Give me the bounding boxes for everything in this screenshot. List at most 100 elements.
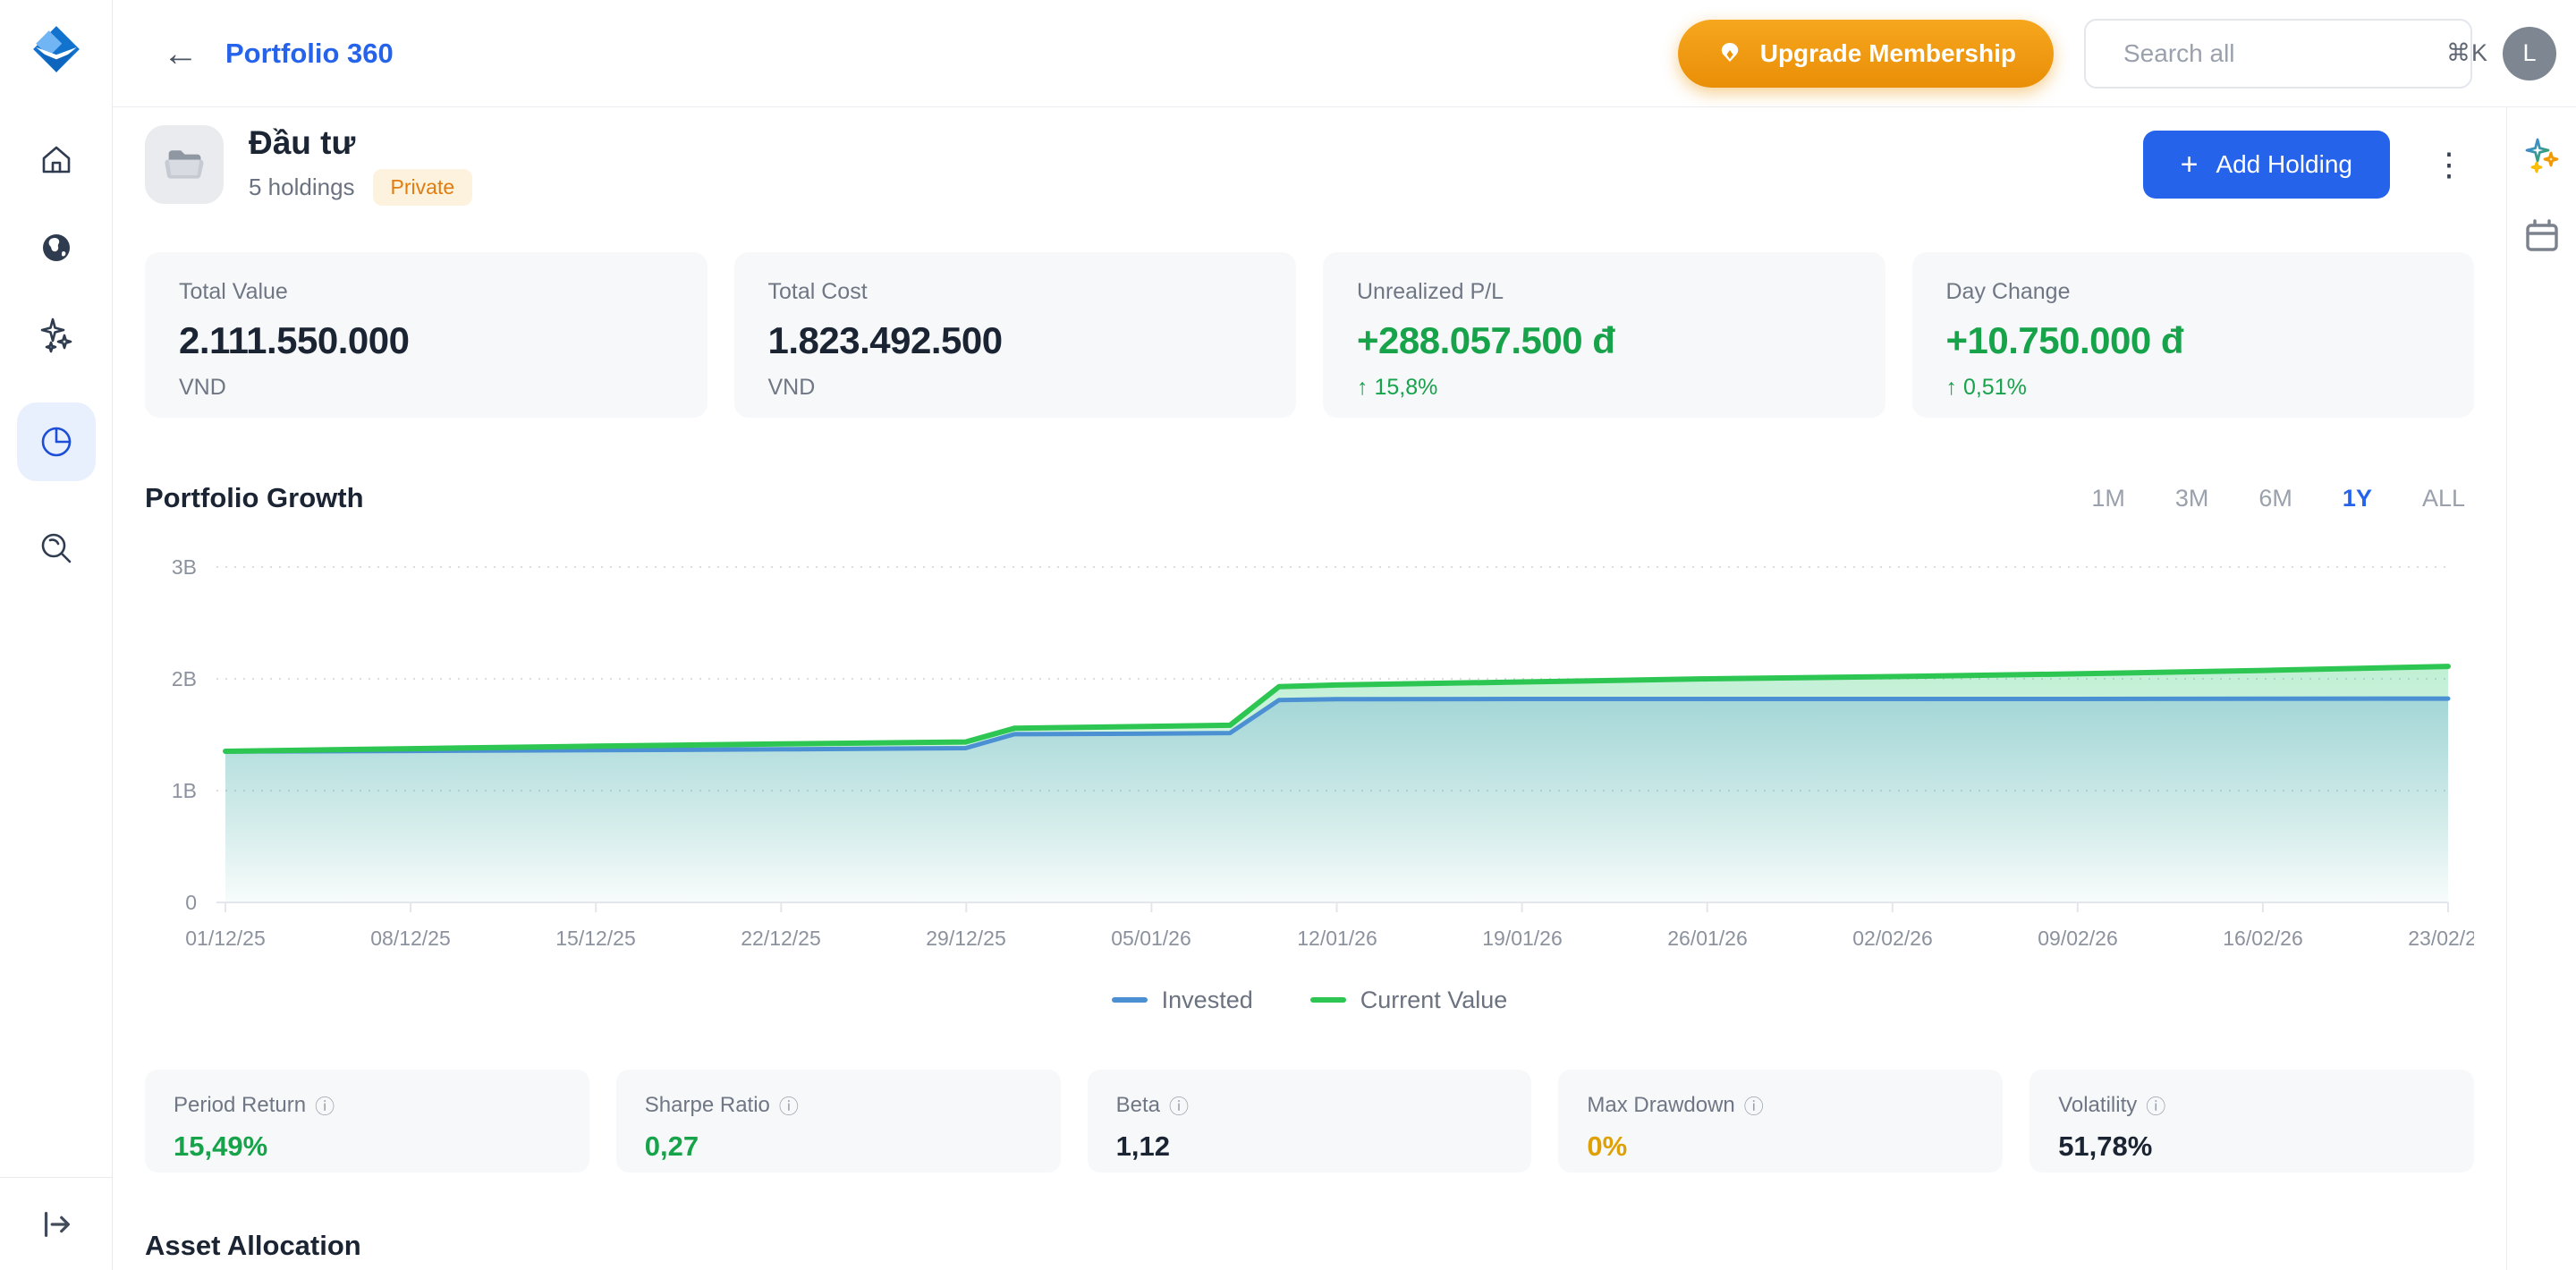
topbar-actions: Upgrade Membership ⌘K L bbox=[1678, 19, 2576, 89]
x-tick: 02/02/26 bbox=[1852, 927, 1933, 950]
invested-swatch bbox=[1112, 997, 1148, 1003]
y-tick-1b: 1B bbox=[172, 779, 197, 802]
stat-sub: VND bbox=[179, 375, 674, 401]
x-tick: 08/12/25 bbox=[370, 927, 451, 950]
portfolio-folder-icon bbox=[145, 125, 224, 204]
growth-chart-svg: 3B 2B 1B 0 01/12/25 08/12/25 15/12/25 22… bbox=[145, 543, 2474, 968]
x-tick: 19/01/26 bbox=[1482, 927, 1563, 950]
globe-icon bbox=[37, 228, 76, 267]
y-tick-0: 0 bbox=[185, 891, 197, 914]
main-content: Đầu tư 5 holdings Private + Add Holding … bbox=[113, 107, 2506, 1270]
y-tick-3b: 3B bbox=[172, 555, 197, 579]
right-rail bbox=[2506, 107, 2576, 1270]
home-icon bbox=[37, 140, 76, 180]
metric-value: 15,49% bbox=[174, 1130, 561, 1163]
current-value-swatch bbox=[1310, 997, 1346, 1003]
portfolio-name: Đầu tư bbox=[249, 124, 472, 162]
search-input[interactable] bbox=[2123, 39, 2446, 68]
sidebar-item-ai[interactable] bbox=[17, 315, 96, 356]
y-tick-2b: 2B bbox=[172, 667, 197, 690]
legend-label: Invested bbox=[1162, 986, 1253, 1014]
sidebar-item-markets[interactable] bbox=[17, 227, 96, 268]
x-tick: 01/12/25 bbox=[185, 927, 266, 950]
ai-sparkles-color-icon bbox=[2521, 135, 2563, 176]
x-tick: 09/02/26 bbox=[2038, 927, 2118, 950]
max-drawdown-card: Max Drawdown ⓘ 0% bbox=[1558, 1070, 2003, 1173]
info-icon[interactable]: ⓘ bbox=[2146, 1091, 2165, 1120]
summary-cards: Total Value 2.111.550.000 VND Total Cost… bbox=[145, 252, 2474, 418]
info-icon[interactable]: ⓘ bbox=[779, 1091, 799, 1120]
sidebar-nav bbox=[17, 140, 96, 569]
stat-label: Day Change bbox=[1946, 279, 2441, 305]
stat-sub: ↑ 15,8% bbox=[1357, 375, 1852, 401]
stat-label: Unrealized P/L bbox=[1357, 279, 1852, 305]
beta-card: Beta ⓘ 1,12 bbox=[1088, 1070, 1532, 1173]
info-icon[interactable]: ⓘ bbox=[1169, 1091, 1189, 1120]
holdings-count: 5 holdings bbox=[249, 174, 355, 201]
range-6m[interactable]: 6M bbox=[2258, 485, 2292, 512]
total-value-card: Total Value 2.111.550.000 VND bbox=[145, 252, 708, 418]
stat-sub: ↑ 0,51% bbox=[1946, 375, 2441, 401]
stat-value: 1.823.492.500 bbox=[768, 319, 1263, 362]
user-avatar[interactable]: L bbox=[2503, 27, 2556, 80]
info-icon[interactable]: ⓘ bbox=[315, 1091, 335, 1120]
x-tick: 22/12/25 bbox=[741, 927, 821, 950]
stat-value: 2.111.550.000 bbox=[179, 319, 674, 362]
x-tick-marks bbox=[225, 902, 2448, 912]
x-tick: 26/01/26 bbox=[1667, 927, 1748, 950]
metric-label: Sharpe Ratio bbox=[645, 1093, 770, 1118]
x-tick: 16/02/26 bbox=[2223, 927, 2303, 950]
upgrade-membership-button[interactable]: Upgrade Membership bbox=[1678, 20, 2054, 88]
metric-value: 1,12 bbox=[1116, 1130, 1504, 1163]
stat-sub: VND bbox=[768, 375, 1263, 401]
left-sidebar bbox=[0, 0, 113, 1270]
metric-value: 0% bbox=[1587, 1130, 1974, 1163]
legend-label: Current Value bbox=[1360, 986, 1508, 1014]
portfolio-meta: 5 holdings Private bbox=[249, 169, 472, 206]
add-holding-button[interactable]: + Add Holding bbox=[2143, 131, 2390, 199]
calendar-icon bbox=[2521, 216, 2563, 257]
stat-label: Total Cost bbox=[768, 279, 1263, 305]
search-screener-icon bbox=[37, 529, 76, 568]
portfolio-growth-chart[interactable]: 3B 2B 1B 0 01/12/25 08/12/25 15/12/25 22… bbox=[145, 543, 2474, 968]
x-tick: 29/12/25 bbox=[926, 927, 1006, 950]
sidebar-item-home[interactable] bbox=[17, 140, 96, 181]
metric-label: Beta bbox=[1116, 1093, 1160, 1118]
sidebar-item-portfolio[interactable] bbox=[17, 402, 96, 481]
x-tick: 23/02/26 bbox=[2408, 927, 2474, 950]
page-title: Portfolio 360 bbox=[225, 38, 394, 70]
more-options-button[interactable]: ⋮ bbox=[2433, 146, 2465, 183]
legend-current-value[interactable]: Current Value bbox=[1310, 986, 1508, 1014]
expand-sidebar-icon bbox=[38, 1206, 75, 1243]
top-bar: ← Portfolio 360 Upgrade Membership ⌘K L bbox=[113, 0, 2576, 107]
upgrade-label: Upgrade Membership bbox=[1760, 39, 2016, 68]
back-button[interactable]: ← bbox=[163, 36, 199, 72]
sidebar-expand[interactable] bbox=[0, 1177, 112, 1270]
invested-area bbox=[225, 698, 2448, 902]
sparkles-icon bbox=[37, 316, 76, 355]
range-all[interactable]: ALL bbox=[2422, 485, 2465, 512]
chart-legend: Invested Current Value bbox=[145, 982, 2474, 1018]
range-1m[interactable]: 1M bbox=[2091, 485, 2125, 512]
metric-label: Max Drawdown bbox=[1587, 1093, 1734, 1118]
day-change-card: Day Change +10.750.000 đ ↑ 0,51% bbox=[1912, 252, 2475, 418]
unrealized-pl-card: Unrealized P/L +288.057.500 đ ↑ 15,8% bbox=[1323, 252, 1885, 418]
range-1y[interactable]: 1Y bbox=[2343, 485, 2372, 512]
legend-invested[interactable]: Invested bbox=[1112, 986, 1253, 1014]
app-root: ← Portfolio 360 Upgrade Membership ⌘K L bbox=[0, 0, 2576, 1270]
volatility-card: Volatilityⓘ 51,78% bbox=[2029, 1070, 2474, 1173]
rail-ai-assistant[interactable] bbox=[2521, 134, 2563, 177]
portfolio-actions: + Add Holding ⋮ bbox=[2143, 131, 2474, 199]
stat-value: +10.750.000 đ bbox=[1946, 319, 2441, 362]
x-tick: 15/12/25 bbox=[555, 927, 636, 950]
info-icon[interactable]: ⓘ bbox=[1744, 1091, 1764, 1120]
sidebar-item-screener[interactable] bbox=[17, 528, 96, 569]
plus-icon: + bbox=[2181, 149, 2199, 180]
metric-label: Period Return bbox=[174, 1093, 306, 1118]
sharpe-ratio-card: Sharpe Ratioⓘ 0,27 bbox=[616, 1070, 1061, 1173]
range-3m[interactable]: 3M bbox=[2175, 485, 2209, 512]
rail-calendar[interactable] bbox=[2521, 215, 2563, 258]
asset-allocation-title: Asset Allocation bbox=[145, 1230, 2474, 1262]
app-logo-icon[interactable] bbox=[30, 23, 82, 75]
stat-value: +288.057.500 đ bbox=[1357, 319, 1852, 362]
